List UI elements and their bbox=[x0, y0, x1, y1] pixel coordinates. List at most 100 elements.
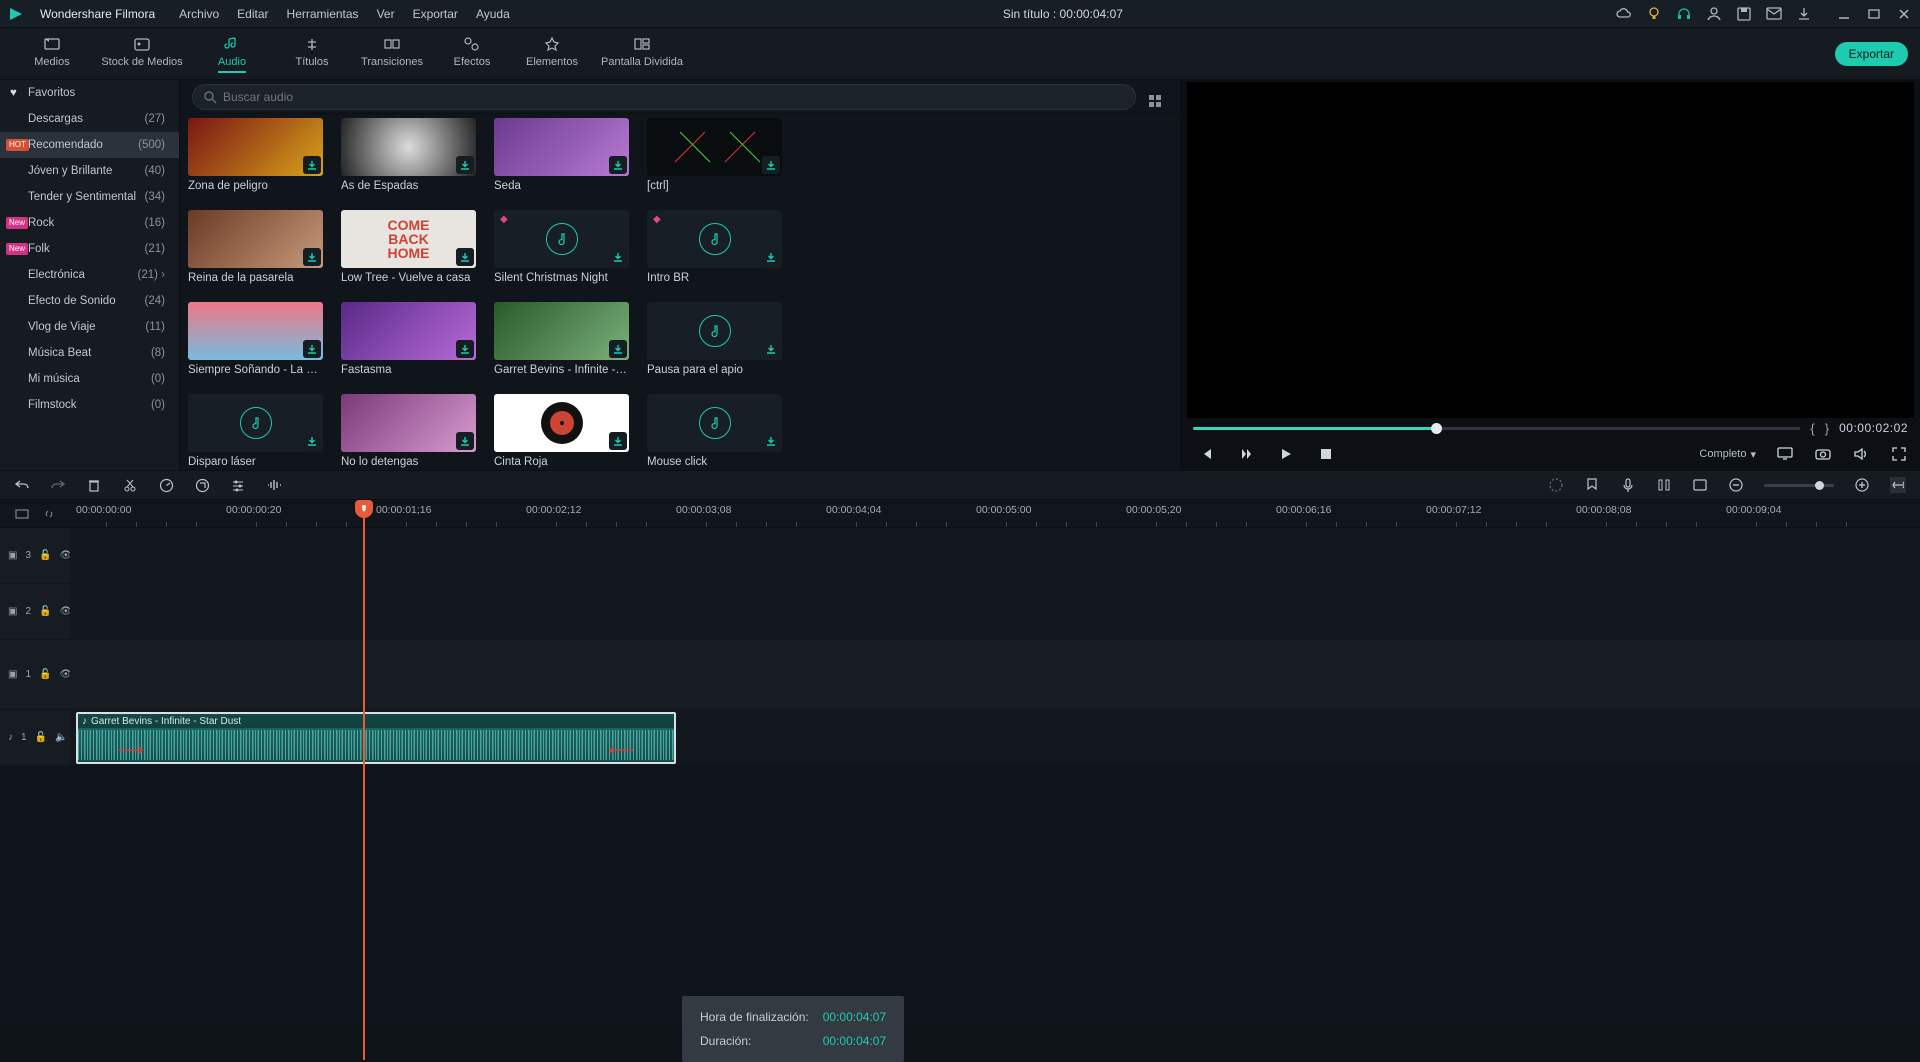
marker-icon[interactable] bbox=[1584, 477, 1600, 493]
media-tab-elementos[interactable]: Elementos bbox=[512, 35, 592, 73]
preview-canvas[interactable] bbox=[1187, 82, 1914, 418]
download-asset-icon[interactable] bbox=[456, 340, 474, 358]
audio-category-descargas[interactable]: Descargas(27) bbox=[0, 106, 179, 132]
audio-category-j-ven-y-brillante[interactable]: Jóven y Brillante(40) bbox=[0, 158, 179, 184]
audio-category-favoritos[interactable]: ♥Favoritos bbox=[0, 80, 179, 106]
asset-thumbnail[interactable] bbox=[188, 302, 323, 360]
cloud-icon[interactable] bbox=[1616, 6, 1632, 22]
media-tab-stock-de-medios[interactable]: Stock de Medios bbox=[92, 35, 192, 73]
menu-archivo[interactable]: Archivo bbox=[179, 7, 219, 21]
media-tab-audio[interactable]: Audio bbox=[192, 35, 272, 73]
asset-thumbnail[interactable]: ◆ bbox=[494, 210, 629, 268]
audio-asset[interactable]: Fastasma bbox=[341, 302, 476, 376]
audio-asset[interactable]: Mouse click bbox=[647, 394, 782, 468]
timeline-ruler[interactable]: 00:00:00:0000:00:00:2000:00:01;1600:00:0… bbox=[0, 500, 1920, 528]
audio-category-mi-m-sica[interactable]: Mi música(0) bbox=[0, 366, 179, 392]
minimize-icon[interactable] bbox=[1836, 6, 1852, 22]
asset-thumbnail[interactable] bbox=[341, 118, 476, 176]
lock-icon[interactable]: 🔓 bbox=[39, 606, 51, 617]
close-icon[interactable] bbox=[1896, 6, 1912, 22]
asset-thumbnail[interactable]: ◆ bbox=[647, 210, 782, 268]
download-asset-icon[interactable] bbox=[303, 248, 321, 266]
video-track-3[interactable]: ▣3🔓👁 bbox=[0, 528, 1920, 584]
audio-asset[interactable]: Cinta Roja bbox=[494, 394, 629, 468]
snapframe-icon[interactable] bbox=[1692, 477, 1708, 493]
idea-icon[interactable] bbox=[1646, 6, 1662, 22]
audio-asset[interactable]: Seda bbox=[494, 118, 629, 192]
redo-icon[interactable] bbox=[50, 477, 66, 493]
asset-thumbnail[interactable] bbox=[188, 210, 323, 268]
mail-icon[interactable] bbox=[1766, 6, 1782, 22]
download-asset-icon[interactable] bbox=[456, 156, 474, 174]
audio-asset[interactable]: No lo detengas bbox=[341, 394, 476, 468]
audio-search-box[interactable] bbox=[192, 84, 1136, 110]
zoom-in-icon[interactable] bbox=[1854, 477, 1870, 493]
asset-thumbnail[interactable]: COMEBACKHOME bbox=[341, 210, 476, 268]
mute-icon[interactable]: 🔈 bbox=[55, 732, 67, 743]
download-asset-icon[interactable] bbox=[609, 156, 627, 174]
download-asset-icon[interactable] bbox=[303, 156, 321, 174]
volume-icon[interactable] bbox=[1852, 445, 1870, 463]
download-asset-icon[interactable] bbox=[609, 248, 627, 266]
display-icon[interactable] bbox=[1776, 445, 1794, 463]
download-asset-icon[interactable] bbox=[609, 432, 627, 450]
audio-category-vlog-de-viaje[interactable]: Vlog de Viaje(11) bbox=[0, 314, 179, 340]
audio-asset[interactable]: ◆Silent Christmas Night bbox=[494, 210, 629, 284]
media-tab-efectos[interactable]: Efectos bbox=[432, 35, 512, 73]
download-asset-icon[interactable] bbox=[456, 432, 474, 450]
asset-thumbnail[interactable] bbox=[341, 302, 476, 360]
download-asset-icon[interactable] bbox=[303, 432, 321, 450]
export-button[interactable]: Exportar bbox=[1835, 42, 1908, 66]
snapshot-icon[interactable] bbox=[1814, 445, 1832, 463]
render-icon[interactable] bbox=[1548, 477, 1564, 493]
maximize-icon[interactable] bbox=[1866, 6, 1882, 22]
speed-icon[interactable] bbox=[158, 477, 174, 493]
crop-icon[interactable] bbox=[194, 477, 210, 493]
preview-scrubber[interactable] bbox=[1193, 427, 1800, 430]
asset-thumbnail[interactable] bbox=[647, 118, 782, 176]
download-icon[interactable] bbox=[1796, 6, 1812, 22]
audio-asset[interactable]: Reina de la pasarela bbox=[188, 210, 323, 284]
asset-thumbnail[interactable] bbox=[188, 118, 323, 176]
fullscreen-icon[interactable] bbox=[1890, 445, 1908, 463]
timeline-audio-clip[interactable]: ♪Garret Bevins - Infinite - Star Dust ⟶ … bbox=[76, 712, 676, 764]
download-asset-icon[interactable] bbox=[303, 340, 321, 358]
grid-view-icon[interactable] bbox=[1148, 94, 1162, 108]
asset-thumbnail[interactable] bbox=[188, 394, 323, 452]
audio-category-rock[interactable]: NewRock(16) bbox=[0, 210, 179, 236]
audio-asset[interactable]: ◆Intro BR bbox=[647, 210, 782, 284]
audio-track-1[interactable]: ♪1🔓🔈 ♪Garret Bevins - Infinite - Star Du… bbox=[0, 710, 1920, 766]
media-track-icon[interactable] bbox=[15, 508, 29, 520]
video-track-2[interactable]: ▣2🔓👁 bbox=[0, 584, 1920, 640]
audio-asset[interactable]: As de Espadas bbox=[341, 118, 476, 192]
download-asset-icon[interactable] bbox=[762, 432, 780, 450]
mark-in-icon[interactable]: { bbox=[1810, 421, 1814, 436]
asset-thumbnail[interactable] bbox=[494, 394, 629, 452]
audio-category-recomendado[interactable]: HOTRecomendado(500) bbox=[0, 132, 179, 158]
user-icon[interactable] bbox=[1706, 6, 1722, 22]
audio-asset[interactable]: Zona de peligro bbox=[188, 118, 323, 192]
headphones-icon[interactable] bbox=[1676, 6, 1692, 22]
menu-exportar[interactable]: Exportar bbox=[413, 7, 458, 21]
asset-thumbnail[interactable] bbox=[647, 302, 782, 360]
asset-thumbnail[interactable] bbox=[494, 118, 629, 176]
save-icon[interactable] bbox=[1736, 6, 1752, 22]
split-icon[interactable] bbox=[122, 477, 138, 493]
asset-thumbnail[interactable] bbox=[647, 394, 782, 452]
asset-thumbnail[interactable] bbox=[494, 302, 629, 360]
undo-icon[interactable] bbox=[14, 477, 30, 493]
preview-quality-dropdown[interactable]: Completo▾ bbox=[1699, 448, 1756, 461]
audio-category-m-sica-beat[interactable]: Música Beat(8) bbox=[0, 340, 179, 366]
download-asset-icon[interactable] bbox=[762, 156, 780, 174]
audio-search-input[interactable] bbox=[223, 90, 1125, 104]
menu-herramientas[interactable]: Herramientas bbox=[287, 7, 359, 21]
menu-ayuda[interactable]: Ayuda bbox=[476, 7, 510, 21]
audio-asset[interactable]: Siempre Soñando - La … bbox=[188, 302, 323, 376]
step-back-icon[interactable] bbox=[1197, 445, 1215, 463]
zoom-out-icon[interactable] bbox=[1728, 477, 1744, 493]
video-track-1[interactable]: ▣1🔓👁 bbox=[0, 640, 1920, 710]
audio-asset[interactable]: [ctrl] bbox=[647, 118, 782, 192]
timeline-zoom-slider[interactable] bbox=[1764, 484, 1834, 487]
link-icon[interactable] bbox=[42, 507, 56, 521]
play-pause-icon[interactable] bbox=[1237, 445, 1255, 463]
